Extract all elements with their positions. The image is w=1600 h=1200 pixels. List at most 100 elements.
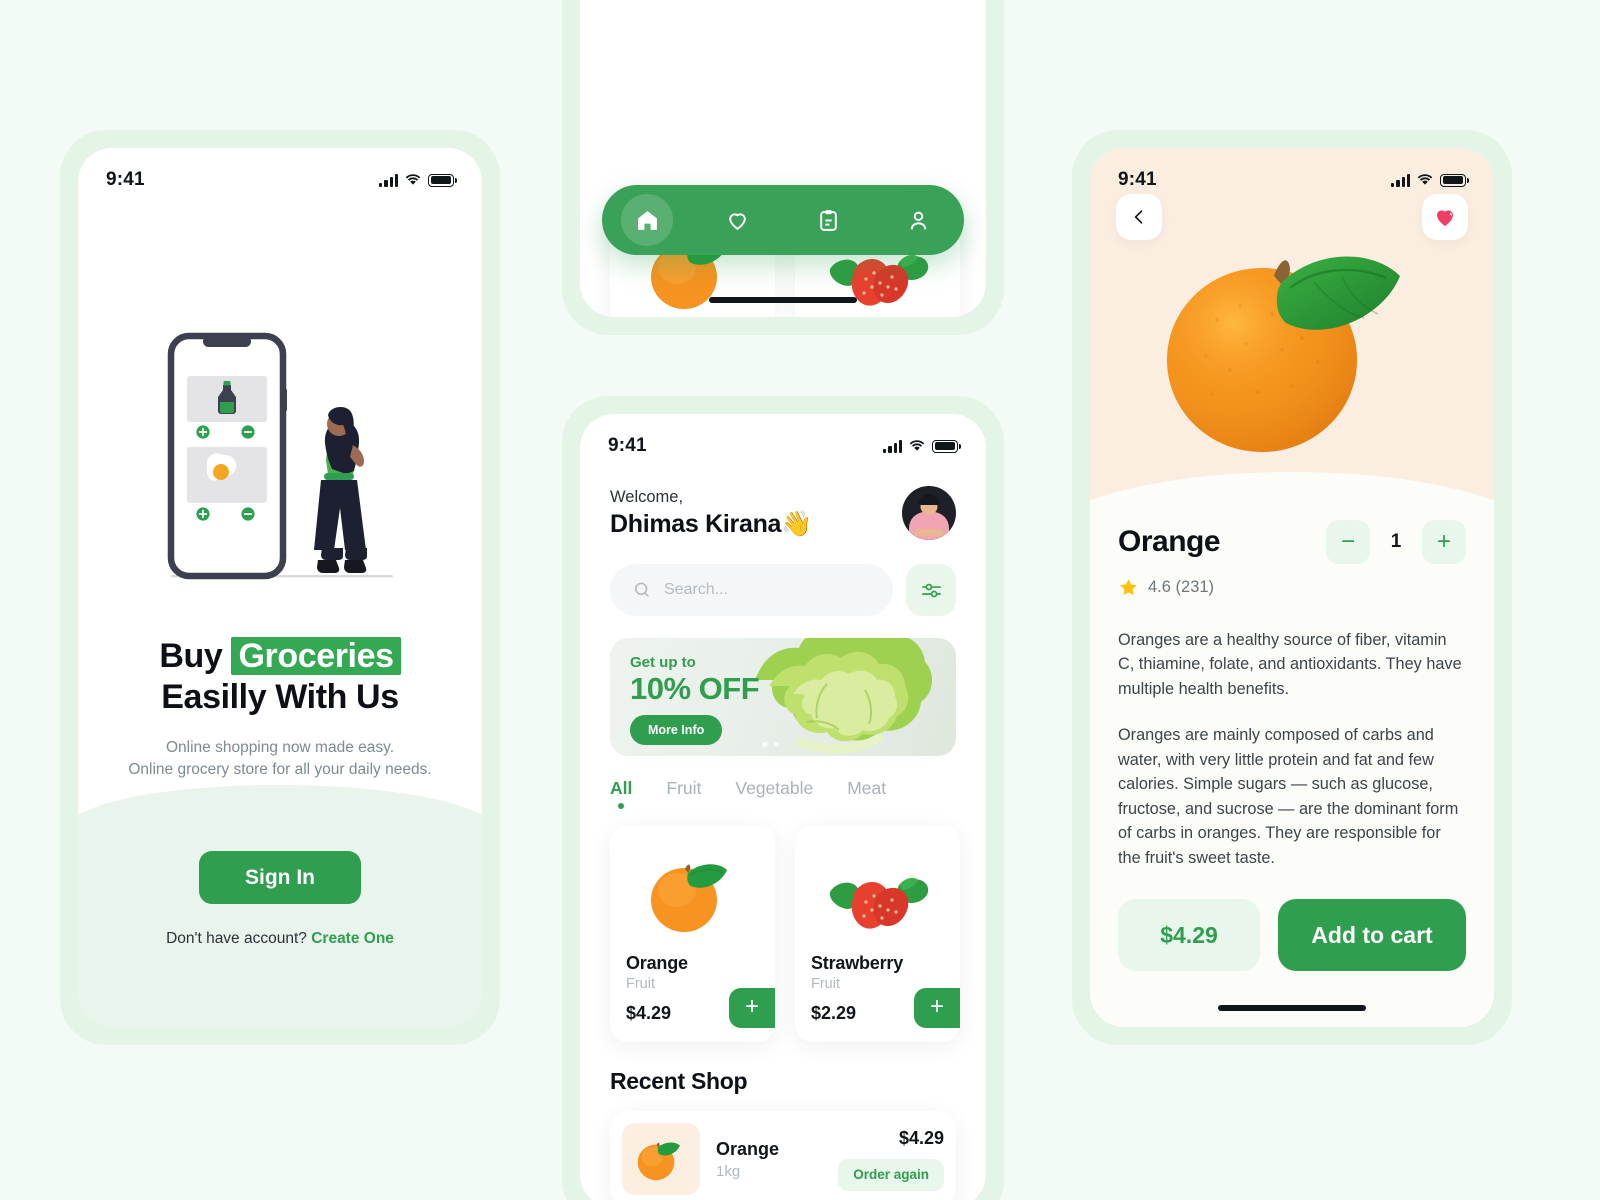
product-name: Orange: [626, 953, 688, 973]
category-tabs: All Fruit Vegetable Meat: [610, 778, 956, 809]
user-name: Dhimas Kirana👋: [610, 510, 812, 539]
recent-shop-item[interactable]: Orange 1kg $4.29 Order again: [610, 1111, 956, 1200]
title-plain: Buy: [159, 637, 223, 675]
no-account-label: Don't have account?: [166, 930, 307, 947]
search-icon: [634, 582, 649, 597]
product-detail-body: Orange − 1 + 4.6 (231) Oranges are a hea…: [1090, 520, 1494, 870]
avatar[interactable]: [902, 486, 956, 540]
recent-item-price: $4.29: [898, 1127, 944, 1148]
description-paragraph-1: Oranges are a healthy source of fiber, v…: [1118, 631, 1462, 698]
quantity-stepper: − 1 +: [1326, 520, 1466, 564]
filter-icon: [921, 583, 941, 597]
star-icon: [1120, 579, 1137, 595]
home-content: Welcome, Dhimas Kirana👋 Search... Get up…: [580, 486, 986, 1200]
increment-button[interactable]: +: [1422, 520, 1466, 564]
add-product-button[interactable]: +: [914, 988, 960, 1028]
search-input[interactable]: [664, 581, 871, 599]
hero-top-bar: [1090, 194, 1494, 240]
product-name: Strawberry: [811, 953, 904, 973]
promo-banner[interactable]: Get up to 10% OFF More Info: [610, 638, 956, 756]
cellular-signal-icon: [379, 173, 398, 187]
strawberry-image: [811, 841, 944, 947]
tab-orders[interactable]: [802, 194, 854, 246]
search-row: [610, 564, 956, 616]
recent-item-weight: 1kg: [716, 1162, 741, 1180]
recent-item-name: Orange: [716, 1138, 780, 1159]
status-bar: 9:41: [580, 414, 986, 460]
tab-vegetable[interactable]: Vegetable: [735, 778, 813, 809]
more-info-button[interactable]: More Info: [630, 714, 723, 745]
home-screen-cropped: Orange Fruit $4.29 +: [580, 0, 986, 317]
title-line2: Easilly With Us: [161, 678, 399, 717]
description-paragraph-2: Oranges are mainly composed of carbs and…: [1118, 726, 1459, 867]
wifi-icon: [405, 174, 421, 186]
wifi-icon: [1417, 174, 1433, 186]
product-name: Orange: [1118, 525, 1221, 558]
tab-profile[interactable]: [893, 194, 945, 246]
sign-in-button[interactable]: Sign In: [199, 851, 361, 904]
add-product-button[interactable]: +: [729, 988, 775, 1028]
status-icons: [883, 439, 961, 453]
promo-headline: 10% OFF: [630, 671, 760, 706]
product-description: Oranges are a healthy source of fiber, v…: [1118, 628, 1466, 870]
recent-item-thumb: [622, 1123, 700, 1195]
tab-fruit[interactable]: Fruit: [666, 778, 701, 809]
phone-onboarding-frame: 9:41 Buy Groceries Easilly With Us Onlin…: [60, 130, 500, 1045]
welcome-text-block: Welcome, Dhimas Kirana👋: [610, 488, 812, 539]
product-detail-screen: 9:41 Orange − 1 + 4.6 (231) Oranges are …: [1090, 148, 1494, 1027]
promo-kicker: Get up to: [630, 654, 696, 671]
onboarding-screen: 9:41 Buy Groceries Easilly With Us Onlin…: [78, 148, 482, 1027]
filter-button[interactable]: [906, 564, 956, 616]
rating-row: 4.6 (231): [1118, 577, 1466, 598]
order-again-button[interactable]: Order again: [838, 1158, 944, 1191]
phone-home-top-frame: Orange Fruit $4.29 +: [562, 0, 1004, 335]
favorite-button[interactable]: [1422, 194, 1468, 240]
rating-value: 4.6 (231): [1148, 578, 1215, 596]
tab-favorites[interactable]: [712, 194, 764, 246]
status-bar: 9:41: [78, 148, 482, 194]
recent-shop-title: Recent Shop: [610, 1068, 748, 1094]
product-card[interactable]: Strawberry Fruit $2.29 +: [795, 825, 960, 1042]
carousel-dot[interactable]: [774, 742, 779, 747]
subtitle-line1: Online shopping now made easy.: [165, 738, 395, 756]
home-indicator: [1218, 1005, 1366, 1011]
create-one-link[interactable]: Create One: [311, 930, 394, 947]
product-row: Orange Fruit $4.29 + Strawberry Fruit $2…: [610, 825, 960, 1042]
status-time: 9:41: [106, 169, 145, 190]
detail-footer: $4.29 Add to cart: [1118, 899, 1466, 971]
home-screen: 9:41 Welcome, Dhimas Kirana👋 Search... G…: [580, 414, 986, 1200]
recent-item-info: Orange 1kg: [716, 1139, 822, 1180]
product-hero: 9:41: [1090, 148, 1494, 508]
quantity-value: 1: [1390, 531, 1402, 552]
welcome-header: Welcome, Dhimas Kirana👋: [610, 486, 956, 540]
product-card[interactable]: Orange Fruit $4.29 +: [610, 825, 775, 1042]
orange-hero-image: [1142, 210, 1442, 465]
recent-item-actions: $4.29 Order again: [838, 1128, 944, 1191]
status-icons: [379, 173, 457, 187]
carousel-dot[interactable]: [762, 742, 767, 747]
title-highlight: Groceries: [231, 637, 401, 675]
promo-carousel-dots[interactable]: [762, 742, 779, 747]
wifi-icon: [909, 440, 925, 452]
back-button[interactable]: [1116, 194, 1162, 240]
tab-all[interactable]: All: [610, 778, 632, 809]
bottom-tab-bar: [602, 185, 964, 255]
onboarding-illustration: [78, 282, 482, 582]
app-mockup-canvas: 9:41 Buy Groceries Easilly With Us Onlin…: [0, 0, 1600, 1200]
search-box[interactable]: [610, 564, 893, 616]
onboarding-cta-area: Sign In Don't have account? Create One: [78, 757, 482, 1027]
welcome-label: Welcome,: [610, 487, 684, 506]
add-to-cart-button[interactable]: Add to cart: [1278, 899, 1466, 971]
decrement-button[interactable]: −: [1326, 520, 1370, 564]
battery-icon: [932, 439, 961, 453]
wave-emoji: 👋: [781, 509, 812, 538]
tab-meat[interactable]: Meat: [847, 778, 886, 809]
battery-icon: [1440, 173, 1469, 187]
product-title-row: Orange − 1 +: [1118, 520, 1466, 564]
user-name-text: Dhimas Kirana: [610, 509, 782, 538]
heart-filled-icon: [1437, 210, 1453, 226]
price-display: $4.29: [1118, 899, 1260, 971]
tab-home[interactable]: [621, 194, 674, 246]
home-indicator: [709, 297, 857, 303]
phone-detail-frame: 9:41 Orange − 1 + 4.6 (231) Oranges are …: [1072, 130, 1512, 1045]
